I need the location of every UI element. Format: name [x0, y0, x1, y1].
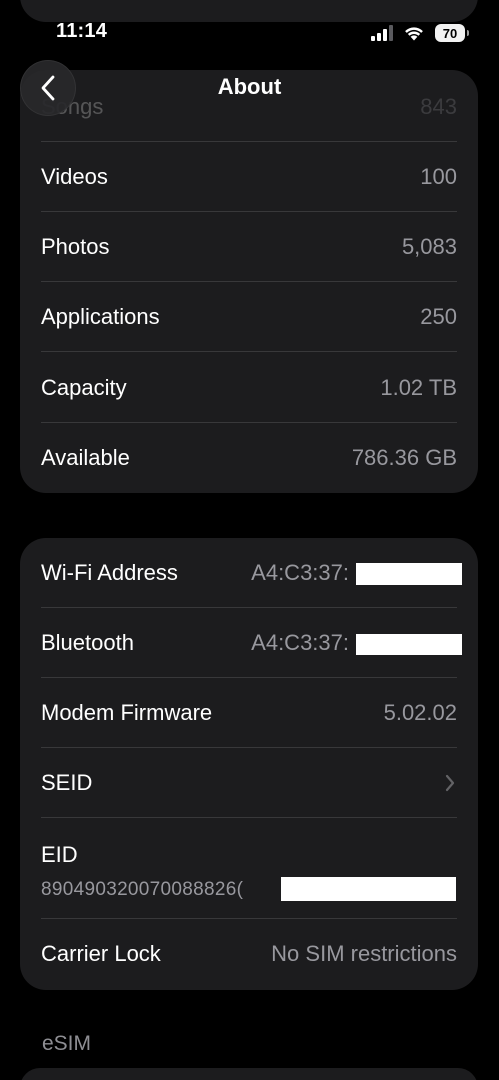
available-row: Available 786.36 GB: [41, 423, 457, 493]
redaction-box: [356, 634, 462, 655]
status-bar: 11:14 70: [0, 0, 499, 66]
bluetooth-label: Bluetooth: [41, 630, 134, 655]
modem-firmware-row[interactable]: Modem Firmware 5.02.02: [41, 678, 457, 748]
eid-label: EID: [41, 842, 78, 867]
videos-value: 100: [420, 164, 457, 189]
applications-label: Applications: [41, 304, 160, 329]
wifi-address-row[interactable]: Wi-Fi Address A4:C3:37:: [41, 538, 462, 608]
capacity-row: Capacity 1.02 TB: [41, 353, 457, 423]
carrier-lock-value: No SIM restrictions: [271, 941, 457, 966]
applications-value: 250: [420, 304, 457, 329]
photos-label: Photos: [41, 234, 110, 259]
seid-row[interactable]: SEID: [41, 748, 457, 818]
bluetooth-row[interactable]: Bluetooth A4:C3:37:: [41, 608, 462, 678]
chevron-left-icon: [41, 75, 55, 101]
photos-row: Photos 5,083: [41, 212, 457, 282]
modem-firmware-value: 5.02.02: [383, 700, 457, 725]
back-button[interactable]: [20, 60, 76, 116]
cellular-signal-icon: [371, 25, 393, 41]
wifi-address-value: A4:C3:37:: [251, 560, 349, 585]
media-info-card: Songs 843 Videos 100 Photos 5,083 Applic…: [20, 70, 478, 493]
wifi-icon: [405, 27, 423, 41]
esim-card[interactable]: [20, 1068, 478, 1080]
photos-value: 5,083: [401, 234, 457, 259]
carrier-lock-row[interactable]: Carrier Lock No SIM restrictions: [41, 919, 457, 989]
battery-indicator: 70: [435, 24, 469, 42]
carrier-lock-label: Carrier Lock: [41, 941, 161, 966]
redaction-box: [356, 563, 462, 585]
videos-label: Videos: [41, 164, 108, 189]
about-screen: 11:14 70 Songs 843 Videos 100 Photos 5,0…: [0, 0, 499, 1080]
available-label: Available: [41, 445, 130, 470]
redaction-box: [281, 877, 456, 901]
bluetooth-value: A4:C3:37:: [251, 630, 349, 655]
modem-firmware-label: Modem Firmware: [41, 700, 213, 725]
status-icons: 70: [371, 22, 469, 44]
wifi-address-label: Wi-Fi Address: [41, 560, 178, 585]
esim-section-header: eSIM: [42, 1032, 92, 1055]
available-value: 786.36 GB: [351, 445, 457, 470]
applications-row: Applications 250: [41, 282, 457, 352]
videos-row: Videos 100: [41, 142, 457, 212]
seid-label: SEID: [41, 770, 93, 795]
capacity-label: Capacity: [41, 375, 127, 400]
capacity-value: 1.02 TB: [380, 375, 457, 400]
eid-row[interactable]: EID 890490320070088826(: [41, 818, 457, 919]
chevron-right-icon: [445, 774, 455, 792]
status-time: 11:14: [56, 20, 108, 42]
eid-value: 890490320070088826(: [41, 879, 244, 900]
network-info-card: Wi-Fi Address A4:C3:37: Bluetooth A4:C3:…: [20, 538, 478, 990]
